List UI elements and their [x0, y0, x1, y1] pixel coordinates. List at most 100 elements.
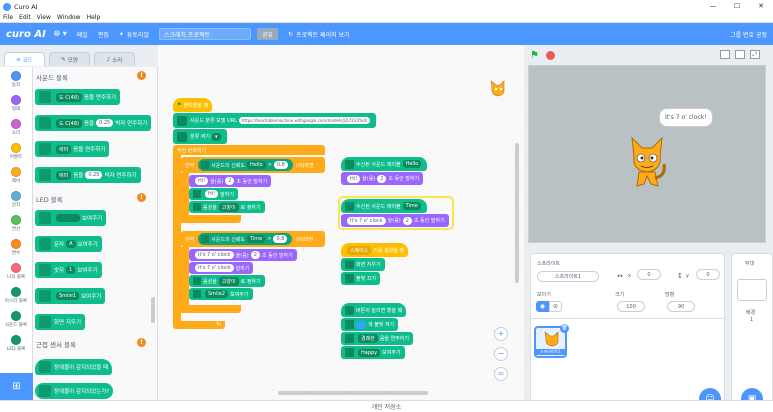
say-for-secs-block[interactable]: It's 7 o' clock 을(를) 2 초 동안 말하기	[189, 249, 297, 261]
palette-block-play-note[interactable]: 애미 음을 연주하기	[35, 141, 110, 157]
note-dropdown[interactable]: 도 C(48)	[56, 92, 82, 102]
message-input[interactable]: Hi!	[205, 190, 219, 198]
beat-input[interactable]: 0.25	[96, 119, 114, 127]
tab-sounds[interactable]: ♪ 소리	[94, 52, 135, 66]
speak-block[interactable]: Hi! 말하기	[189, 188, 238, 200]
menu-help[interactable]: Help	[87, 14, 101, 21]
confidence-condition[interactable]: 사운드의 신뢰도 Time >0.8	[198, 233, 293, 245]
label-dropdown[interactable]: Time	[402, 202, 421, 210]
if-block-hello[interactable]: 만약 사운드의 신뢰도 Hello >0.8 (이)라면	[181, 157, 325, 173]
secs-input[interactable]: 2	[250, 251, 260, 259]
close-button[interactable]: ✕	[749, 0, 773, 13]
language-button[interactable]: 🌐︎ ▾	[54, 29, 67, 39]
palette-block-led-icon[interactable]: Smile1 보여주기	[35, 288, 106, 304]
workspace-hscrollbar[interactable]	[278, 391, 428, 395]
voice-dropdown[interactable]: 고양이	[218, 202, 239, 212]
green-flag-button[interactable]: ⚑	[530, 50, 539, 61]
share-button[interactable]: 공유	[256, 28, 279, 40]
palette-block-play-note-beat[interactable]: 도 C(48) 음을 0.25 박자 연주하기	[35, 115, 152, 131]
light-color-on-block[interactable]: 색 불빛 켜기	[341, 318, 399, 331]
when-sound-label-received-time[interactable]: 수신된 사운드 레이블 Time	[341, 199, 427, 213]
fullscreen-button[interactable]: ⤢	[750, 50, 760, 59]
workspace-scrollbar[interactable]	[515, 143, 519, 283]
menu-file[interactable]: File	[3, 14, 13, 21]
color-swatch[interactable]	[356, 320, 366, 329]
secs-input[interactable]: 2	[402, 216, 412, 225]
category-10[interactable]: 사운드 블록	[0, 307, 32, 331]
start-classification-block[interactable]: 분류 켜기 ▾	[173, 129, 227, 144]
my-projects-link[interactable]: 그룹 변호 공정	[730, 30, 767, 39]
palette-block-obstacle-detected[interactable]: 장애물이 감지되었는가?	[35, 383, 114, 399]
secs-input[interactable]: 2	[225, 177, 235, 185]
large-stage-button[interactable]	[735, 50, 745, 59]
palette-block-led-number[interactable]: 숫자 1 보여주기	[35, 262, 102, 278]
set-voice-block[interactable]: 음성을 고양이 로 정하기	[189, 275, 265, 287]
brand-logo[interactable]: curo AI	[6, 29, 46, 40]
beat-input[interactable]: 0.25	[85, 171, 103, 179]
category-7[interactable]: 변수	[0, 235, 32, 259]
label-dropdown[interactable]: Hello	[402, 160, 422, 168]
message-input[interactable]: Hi!	[195, 177, 209, 185]
model-url-input[interactable]: https://teachablemachine.withgoogle.com/…	[238, 117, 371, 124]
threshold-input[interactable]: 0.8	[273, 161, 288, 169]
backdrop-thumbnail[interactable]	[737, 279, 767, 301]
note-dropdown[interactable]: 애미	[56, 170, 72, 180]
palette-block-play-note-beat[interactable]: 애미 음을 0.25 박자 연주하기	[35, 167, 141, 183]
say-for-secs-block[interactable]: It's 7 o' clock 을(를) 2 초 동안 말하기	[341, 214, 449, 227]
label-dropdown[interactable]: Hello	[247, 161, 266, 169]
sprite-name-input[interactable]: 스프라이트1	[537, 271, 599, 282]
melody-dropdown[interactable]: 경쾌한	[358, 334, 378, 343]
light-off-block[interactable]: 불빛 끄기	[341, 272, 380, 285]
say-block[interactable]: It's 7 o' clock 말하기	[189, 262, 254, 274]
led-matrix-dropdown[interactable]	[56, 214, 80, 222]
key-dropdown[interactable]: 스페이스	[347, 245, 372, 255]
led-clear-block[interactable]: 화면 지우기	[341, 258, 385, 271]
letter-dropdown[interactable]: A	[66, 240, 76, 248]
stage-backdrop-panel[interactable]: 무대 배경 1 ▣	[731, 253, 773, 410]
size-input[interactable]: 100	[617, 301, 645, 312]
y-input[interactable]: 0	[696, 269, 720, 280]
zoom-out-button[interactable]: −	[494, 347, 508, 361]
toggle-dropdown[interactable]: ▾	[212, 132, 221, 141]
edit-menu-button[interactable]: 편집	[98, 30, 109, 39]
when-sound-label-received-hello[interactable]: 수신된 사운드 레이블 Hello	[341, 157, 428, 171]
message-input[interactable]: It's 7 o' clock	[195, 251, 234, 259]
palette-scrollbar[interactable]	[151, 297, 155, 323]
secs-input[interactable]: 2	[377, 174, 387, 183]
voice-dropdown[interactable]: 고양이	[218, 276, 239, 286]
led-icon-block[interactable]: Smile2 보여주기	[189, 288, 253, 300]
icon-dropdown[interactable]: Happy	[358, 348, 381, 357]
tab-costumes[interactable]: ✎ 모양	[49, 52, 90, 66]
category-1[interactable]: 형태	[0, 91, 32, 115]
message-input[interactable]: It's 7 o' clock	[347, 216, 386, 225]
note-dropdown[interactable]: 도 C(48)	[56, 118, 82, 128]
category-3[interactable]: 이벤트	[0, 139, 32, 163]
number-dropdown[interactable]: 1	[66, 266, 76, 274]
show-visible-button[interactable]: ◉	[536, 301, 549, 312]
warning-icon[interactable]: !	[137, 338, 146, 347]
category-8[interactable]: 나의 블록	[0, 259, 32, 283]
category-4[interactable]: 제어	[0, 163, 32, 187]
x-input[interactable]: 0	[637, 269, 661, 280]
category-9[interactable]: 마스터 블록	[0, 283, 32, 307]
say-for-secs-block[interactable]: Hi! 을(를) 2 초 동안 말하기	[189, 175, 272, 187]
forever-block[interactable]: 무한 반복하기 ↻ 만약 사운드의 신뢰도 Hello >0.8 (이)라면 Hi!…	[173, 145, 325, 329]
sprite-thumbnail[interactable]: 🗑︎ 스프라이트1	[534, 324, 569, 358]
menu-edit[interactable]: Edit	[19, 14, 31, 21]
threshold-input[interactable]: 0.8	[273, 235, 288, 243]
file-menu-button[interactable]: 페일	[77, 30, 88, 39]
private-storage-button[interactable]: 개인 저장소	[372, 402, 402, 411]
set-voice-block[interactable]: 음성을 고양이 로 정하기	[189, 201, 265, 213]
message-input[interactable]: It's 7 o' clock	[195, 264, 234, 272]
category-5[interactable]: 감지	[0, 187, 32, 211]
when-key-pressed-hat[interactable]: 스페이스 키를 눌렀을 때	[341, 243, 409, 257]
message-input[interactable]: Hi!	[347, 174, 361, 183]
maximize-button[interactable]: ☐	[725, 0, 749, 13]
warning-icon[interactable]: !	[137, 193, 146, 202]
say-for-secs-block[interactable]: Hi! 을(를) 2 초 동안 말하기	[341, 172, 424, 185]
category-6[interactable]: 연산	[0, 211, 32, 235]
if-block-time[interactable]: 만약 사운드의 신뢰도 Time >0.8 (이)라면	[181, 231, 325, 247]
add-extension-button[interactable]: ⊞	[0, 373, 33, 400]
direction-input[interactable]: 90	[667, 301, 695, 312]
code-workspace[interactable]: ⚑ 클릭했을 때 사운드 분류 모델 URL https://teachablema…	[158, 45, 524, 400]
